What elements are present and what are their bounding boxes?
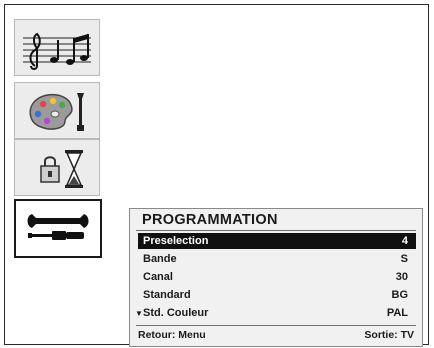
- menu-footer: Retour: Menu Sortie: TV: [138, 328, 414, 342]
- sidebar-item-install[interactable]: [14, 199, 102, 258]
- palette-icon: [29, 92, 84, 131]
- sidebar-item-features[interactable]: [14, 139, 100, 196]
- osd-frame: PROGRAMMATION Preselection 4 Bande S Can…: [4, 4, 429, 347]
- menu-item-std-couleur[interactable]: ▼ Std. Couleur PAL: [135, 305, 416, 321]
- footer-back-hint: Retour: Menu: [138, 329, 206, 341]
- sidebar-item-sound[interactable]: [14, 19, 100, 76]
- menu-title: PROGRAMMATION: [142, 212, 278, 228]
- divider: [136, 325, 416, 326]
- menu-item-preselection[interactable]: Preselection 4: [138, 233, 416, 249]
- menu-item-canal[interactable]: Canal 30: [138, 269, 416, 285]
- programming-menu: PROGRAMMATION Preselection 4 Bande S Can…: [129, 208, 423, 347]
- menu-item-value: S: [400, 253, 408, 265]
- scroll-down-icon: ▼: [135, 308, 143, 318]
- menu-item-value: 30: [395, 271, 408, 283]
- tools-icon: [27, 213, 89, 240]
- menu-item-label: Preselection: [143, 235, 209, 247]
- lock-timer-icon: [40, 149, 83, 188]
- menu-item-label: Bande: [143, 253, 177, 265]
- menu-item-standard[interactable]: Standard BG: [138, 287, 416, 303]
- menu-item-label: Canal: [143, 271, 173, 283]
- menu-item-bande[interactable]: Bande S: [138, 251, 416, 267]
- menu-item-label: Std. Couleur: [143, 307, 209, 319]
- menu-item-value: 4: [401, 235, 408, 247]
- menu-item-value: BG: [391, 289, 409, 301]
- footer-exit-hint: Sortie: TV: [364, 329, 414, 341]
- menu-item-value: PAL: [386, 307, 408, 319]
- divider: [136, 230, 416, 231]
- music-icon: [23, 32, 91, 70]
- menu-item-label: Standard: [143, 289, 191, 301]
- sidebar-item-picture[interactable]: [14, 82, 100, 139]
